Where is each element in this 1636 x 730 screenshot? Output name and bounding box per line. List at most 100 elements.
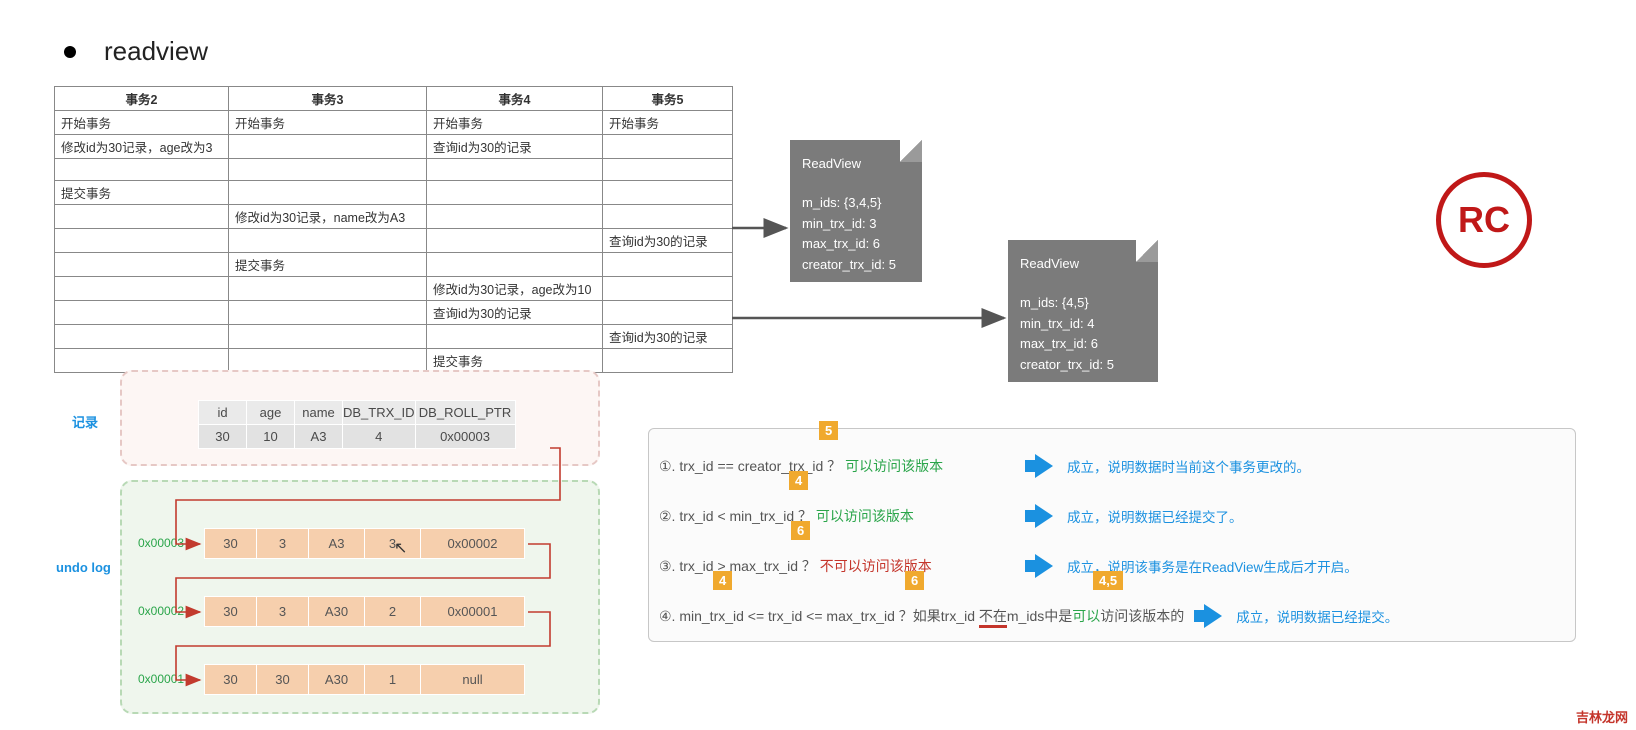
note-title: ReadView xyxy=(802,154,904,175)
cell: A3 xyxy=(309,529,365,559)
table-cell xyxy=(55,253,229,277)
rule-text: ④. min_trx_id <= trx_id <= max_trx_id ？如… xyxy=(659,606,1184,626)
table-cell xyxy=(229,159,427,181)
table-cell xyxy=(55,325,229,349)
note-line: m_ids: {3,4,5} xyxy=(802,193,904,214)
table-cell xyxy=(229,181,427,205)
table-row: 修改id为30记录，name改为A3 xyxy=(55,205,733,229)
table-cell: 开始事务 xyxy=(229,111,427,135)
cell: 1 xyxy=(365,665,421,695)
table-cell: 查询id为30的记录 xyxy=(603,229,733,253)
readview-note-2: ReadView m_ids: {4,5} min_trx_id: 4 max_… xyxy=(1008,240,1158,382)
rc-badge: RC xyxy=(1436,172,1532,268)
rules-box: 5①. trx_id == creator_trx_id ？ 可以访问该版本成立… xyxy=(648,428,1576,642)
bullet-row: readview xyxy=(64,36,208,67)
table-cell: 提交事务 xyxy=(55,181,229,205)
table-cell: 开始事务 xyxy=(427,111,603,135)
col-header: 事务2 xyxy=(55,87,229,111)
fold-icon xyxy=(1136,240,1158,262)
arrow-icon xyxy=(1035,504,1053,528)
cell: 30 xyxy=(205,665,257,695)
table-cell: 修改id为30记录，age改为3 xyxy=(55,135,229,159)
rec-cell: 10 xyxy=(247,425,295,449)
bullet-icon xyxy=(64,46,76,58)
table-cell xyxy=(229,301,427,325)
rec-cell: A3 xyxy=(295,425,343,449)
cell: A30 xyxy=(309,665,365,695)
col-header: 事务5 xyxy=(603,87,733,111)
rec-cell: 4 xyxy=(343,425,416,449)
table-cell: 修改id为30记录，name改为A3 xyxy=(229,205,427,229)
table-cell xyxy=(603,205,733,229)
table-cell: 提交事务 xyxy=(427,349,603,373)
note-line: creator_trx_id: 5 xyxy=(802,255,904,276)
table-cell xyxy=(427,229,603,253)
table-cell xyxy=(427,325,603,349)
cell: 3 xyxy=(257,597,309,627)
cell: 30 xyxy=(205,597,257,627)
table-row xyxy=(55,159,733,181)
value-tag: 6 xyxy=(905,571,924,590)
undo-addr: 0x00002 xyxy=(138,604,184,618)
note-line: max_trx_id: 6 xyxy=(1020,334,1140,355)
undo-row: 303A330x00002 xyxy=(204,528,525,559)
arrow-icon xyxy=(1035,554,1053,578)
table-row: 修改id为30记录，age改为10 xyxy=(55,277,733,301)
col-header: 事务3 xyxy=(229,87,427,111)
rec-header: age xyxy=(247,401,295,425)
rec-header: DB_ROLL_PTR xyxy=(415,401,515,425)
table-cell xyxy=(427,181,603,205)
note-line: max_trx_id: 6 xyxy=(802,234,904,255)
rule-line: 464,5④. min_trx_id <= trx_id <= max_trx_… xyxy=(659,591,1575,641)
rec-header: id xyxy=(199,401,247,425)
table-cell xyxy=(55,205,229,229)
table-cell xyxy=(55,229,229,253)
table-row: 修改id为30记录，age改为3 查询id为30的记录 xyxy=(55,135,733,159)
table-header: 事务2 事务3 事务4 事务5 xyxy=(55,87,733,111)
table-cell xyxy=(427,253,603,277)
table-cell xyxy=(427,159,603,181)
note-title: ReadView xyxy=(1020,254,1140,275)
value-tag: 4 xyxy=(789,471,808,490)
table-cell xyxy=(229,135,427,159)
table-row: 提交事务 xyxy=(55,181,733,205)
value-tag: 4 xyxy=(713,571,732,590)
table-cell xyxy=(603,159,733,181)
table-cell xyxy=(229,229,427,253)
cell: 30 xyxy=(257,665,309,695)
table-cell: 查询id为30的记录 xyxy=(427,301,603,325)
table-cell: 开始事务 xyxy=(603,111,733,135)
table-row: 查询id为30的记录 xyxy=(55,325,733,349)
table-cell xyxy=(603,253,733,277)
table-row: 提交事务 xyxy=(55,253,733,277)
table-cell xyxy=(603,135,733,159)
value-tag: 5 xyxy=(819,421,838,440)
table-cell xyxy=(229,277,427,301)
table-cell: 查询id为30的记录 xyxy=(603,325,733,349)
note-line: min_trx_id: 4 xyxy=(1020,314,1140,335)
table-cell: 开始事务 xyxy=(55,111,229,135)
value-tag: 4,5 xyxy=(1093,571,1123,590)
rule-note: 成立，说明数据时当前这个事务更改的。 xyxy=(1067,456,1310,476)
table-cell xyxy=(55,301,229,325)
watermark: 吉林龙网 xyxy=(1576,707,1628,726)
page-title: readview xyxy=(104,36,208,67)
cell: 2 xyxy=(365,597,421,627)
rule-note: 成立，说明数据已经提交。 xyxy=(1236,606,1398,626)
rec-header: DB_TRX_ID xyxy=(343,401,416,425)
table-cell xyxy=(55,349,229,373)
undo-addr: 0x00001 xyxy=(138,672,184,686)
table-cell xyxy=(427,205,603,229)
table-row: 查询id为30的记录 xyxy=(55,301,733,325)
cell: 3 xyxy=(257,529,309,559)
note-line: min_trx_id: 3 xyxy=(802,214,904,235)
record-table: id age name DB_TRX_ID DB_ROLL_PTR 30 10 … xyxy=(198,400,516,449)
fold-icon xyxy=(900,140,922,162)
table-cell xyxy=(603,181,733,205)
cell: 0x00002 xyxy=(421,529,525,559)
table-cell: 查询id为30的记录 xyxy=(427,135,603,159)
table-cell xyxy=(603,349,733,373)
table-cell xyxy=(229,349,427,373)
undo-row: 303A3020x00001 xyxy=(204,596,525,627)
undo-addr: 0x00003 xyxy=(138,536,184,550)
